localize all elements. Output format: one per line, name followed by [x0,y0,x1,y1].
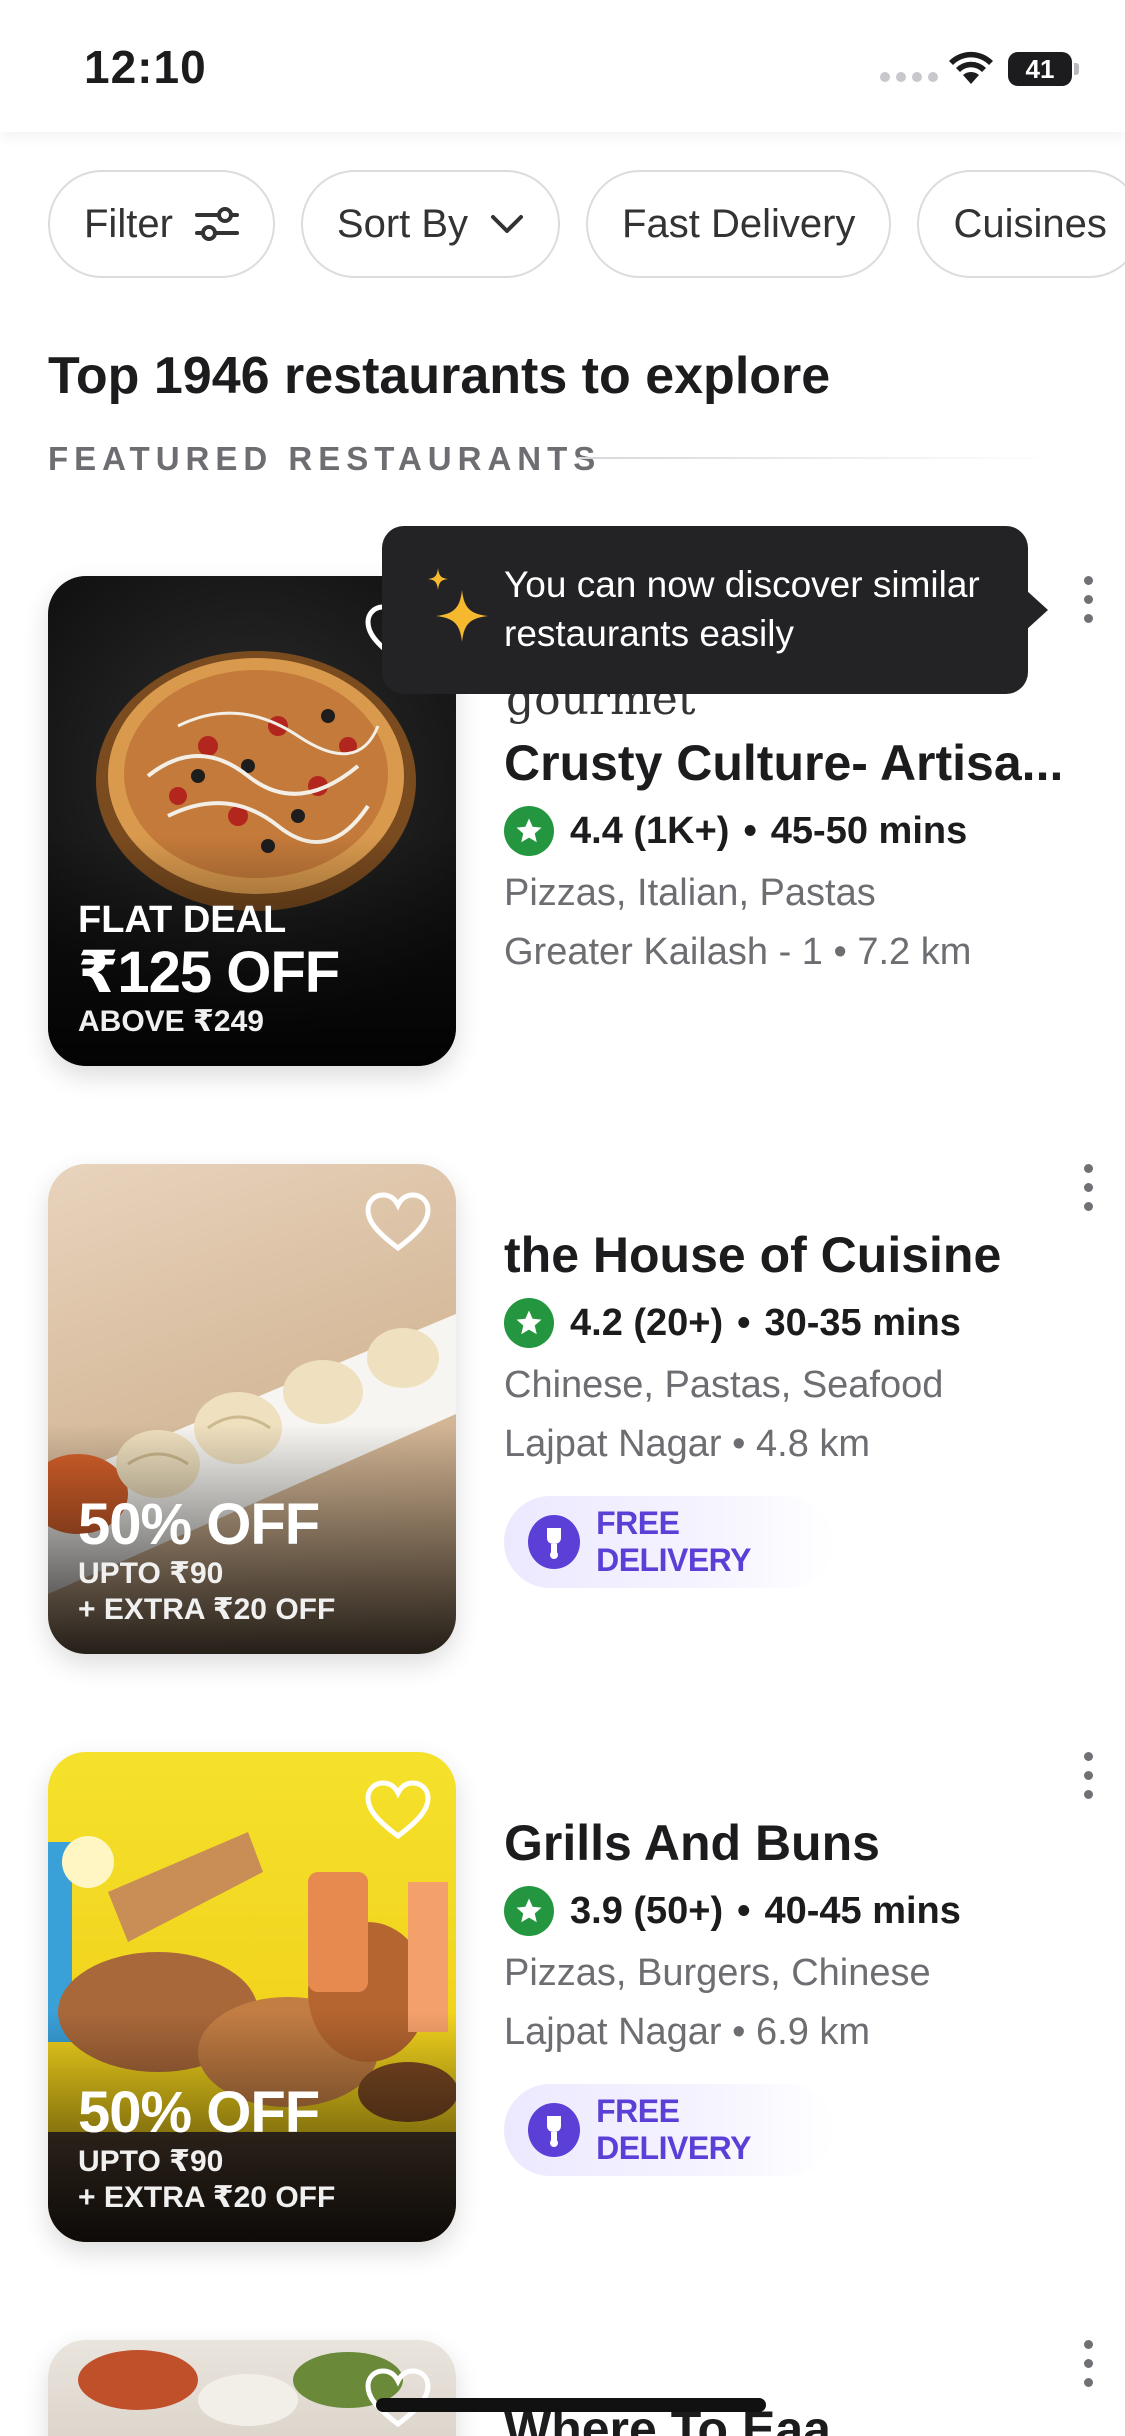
more-options-icon[interactable] [1076,2340,1100,2387]
rating-row: 3.9 (50+) • 40-45 mins [504,1886,961,1936]
more-options-icon[interactable] [1076,1752,1100,1799]
fast-delivery-chip-label: Fast Delivery [622,201,856,246]
restaurant-info: the House of Cuisine 4.2 (20+) • 30-35 m… [504,1226,1001,1588]
offer-badge: FLAT DEAL ₹125 OFF ABOVE ₹249 [78,898,340,1040]
offer-badge: 50% OFF UPTO ₹90 + EXTRA ₹20 OFF [78,1494,335,1628]
cellular-signal-icon [880,72,938,82]
offer-condition: ABOVE ₹249 [78,1005,264,1038]
free-delivery-badge: FREE DELIVERY [504,2084,834,2176]
location-distance: Lajpat Nagar • 4.8 km [504,1423,871,1465]
meta-separator: • [743,809,757,852]
sliders-icon [194,205,239,243]
offer-extra: + EXTRA ₹20 OFF [78,2181,336,2214]
cuisines-chip[interactable]: Cuisines [917,170,1125,278]
sort-by-chip[interactable]: Sort By [300,170,561,278]
section-title: Top 1946 restaurants to explore [48,347,831,405]
rating-text: 4.4 (1K+) [570,809,730,852]
home-indicator [376,2398,766,2412]
restaurant-card[interactable]: Where To Eaa [0,2340,1125,2436]
wifi-icon [949,51,993,84]
restaurant-name: Crusty Culture- Artisa... [504,735,1064,791]
status-time: 12:10 [84,41,207,93]
battery-tip [1074,63,1079,75]
offer-badge: 50% OFF UPTO ₹90 + EXTRA ₹20 OFF [78,2082,335,2216]
restaurant-image: 50% OFF UPTO ₹90 + EXTRA ₹20 OFF [48,1752,456,2242]
free-delivery-badge: FREE DELIVERY [504,1496,834,1588]
location-distance: Greater Kailash - 1 • 7.2 km [504,931,972,973]
offer-label: FLAT DEAL [78,899,287,941]
delivery-time: 30-35 mins [764,1301,961,1344]
status-bar: 12:10 41 [0,0,1125,132]
rating-text: 4.2 (20+) [570,1301,724,1344]
offer-main: 50% OFF [78,1492,320,1557]
meta-separator: • [737,1889,751,1932]
restaurant-name: Grills And Buns [504,1815,880,1871]
tooltip-text: You can now discover similar restaurants… [504,564,980,654]
featured-divider [578,457,1058,459]
delivery-time: 40-45 mins [764,1889,961,1932]
restaurant-card[interactable]: 50% OFF UPTO ₹90 + EXTRA ₹20 OFF Grills … [0,1752,1125,2272]
rating-row: 4.4 (1K+) • 45-50 mins [504,806,1063,856]
location-distance: Lajpat Nagar • 6.9 km [504,2011,871,2053]
delivery-scooter-icon [528,1515,581,1569]
offer-main: 50% OFF [78,2080,320,2145]
meta-separator: • [737,1301,751,1344]
delivery-time: 45-50 mins [770,809,968,852]
cuisine-list: Pizzas, Italian, Pastas [504,872,876,914]
offer-cap: UPTO ₹90 [78,2145,224,2178]
chevron-down-icon [490,213,524,235]
restaurant-image [48,2340,456,2436]
discover-similar-tooltip[interactable]: You can now discover similar restaurants… [382,526,1048,694]
battery-icon: 41 [1008,52,1072,86]
favorite-heart-icon[interactable] [364,1780,432,1840]
more-options-icon[interactable] [1076,576,1100,623]
more-options-icon[interactable] [1076,1164,1100,1211]
restaurant-info: Grills And Buns 3.9 (50+) • 40-45 mins P… [504,1814,961,2176]
free-delivery-text: FREE DELIVERY [596,2093,751,2166]
cuisines-chip-label: Cuisines [953,201,1107,246]
offer-cap: UPTO ₹90 [78,1557,224,1590]
rating-row: 4.2 (20+) • 30-35 mins [504,1298,1001,1348]
restaurant-name: the House of Cuisine [504,1227,1002,1283]
restaurant-image: 50% OFF UPTO ₹90 + EXTRA ₹20 OFF [48,1164,456,1654]
cuisine-list: Chinese, Pastas, Seafood [504,1364,944,1406]
fast-delivery-chip[interactable]: Fast Delivery [586,170,892,278]
filter-chip-row: Filter Sort By Fast Delivery Cuisines [48,170,1125,278]
star-icon [504,806,554,856]
delivery-scooter-icon [528,2103,581,2157]
filter-chip-label: Filter [84,201,173,246]
battery-level: 41 [1025,53,1055,84]
star-icon [504,1298,554,1348]
favorite-heart-icon[interactable] [364,1192,432,1252]
free-delivery-text: FREE DELIVERY [596,1505,751,1578]
filter-chip[interactable]: Filter [48,170,275,278]
cuisine-list: Pizzas, Burgers, Chinese [504,1952,931,1994]
restaurant-card[interactable]: 50% OFF UPTO ₹90 + EXTRA ₹20 OFF the Hou… [0,1164,1125,1684]
rating-text: 3.9 (50+) [570,1889,724,1932]
offer-extra: + EXTRA ₹20 OFF [78,1593,336,1626]
sparkle-icon [428,568,488,642]
sort-by-chip-label: Sort By [336,201,469,246]
featured-heading: FEATURED RESTAURANTS [48,440,602,477]
restaurant-info: Crusty Culture- Artisa... 4.4 (1K+) • 45… [504,734,1063,974]
star-icon [504,1886,554,1936]
offer-main: ₹125 OFF [78,940,340,1005]
